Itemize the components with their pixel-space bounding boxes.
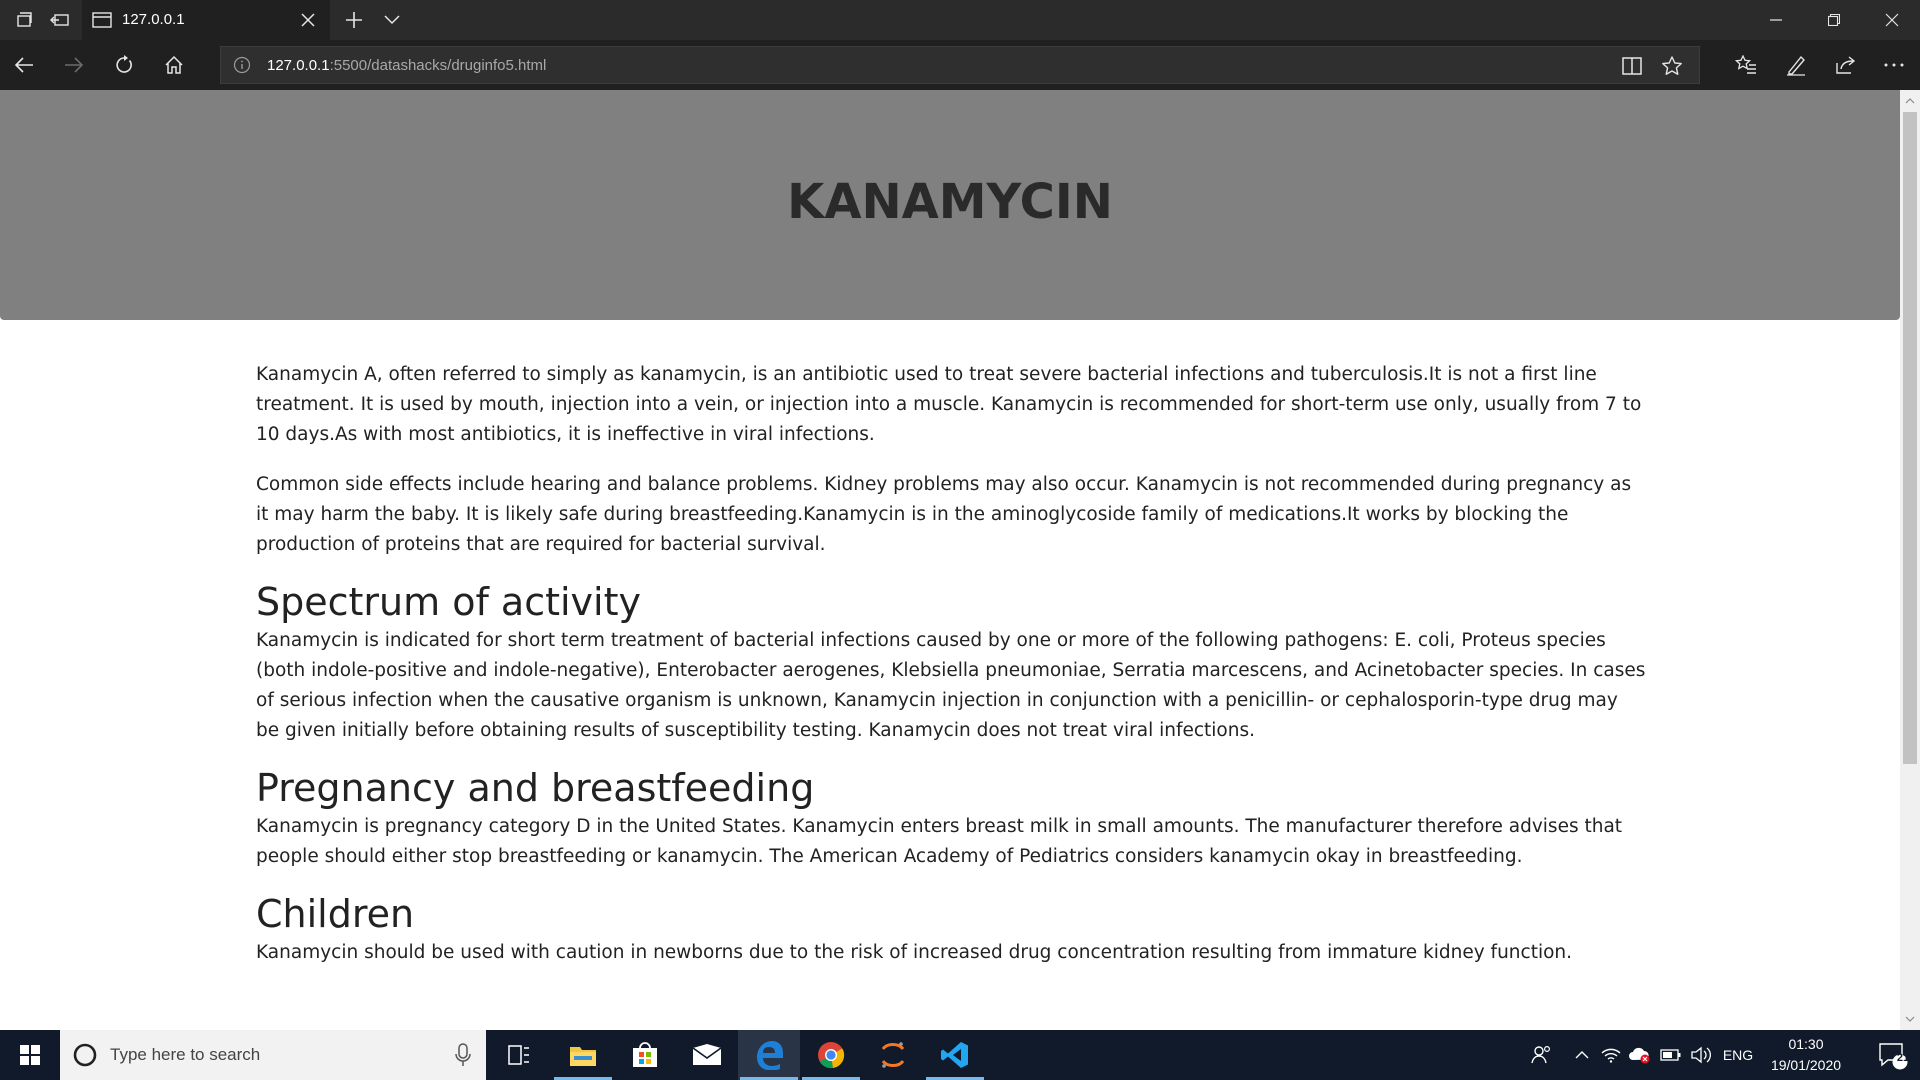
- share-icon[interactable]: [1826, 45, 1866, 85]
- clock-time: 01:30: [1788, 1036, 1824, 1052]
- clock-date: 19/01/2020: [1770, 1057, 1842, 1073]
- url-path: :5500/datashacks/druginfo5.html: [329, 57, 547, 74]
- forward-arrow-icon[interactable]: [54, 45, 94, 85]
- favorite-star-icon[interactable]: [1661, 55, 1683, 82]
- section-heading-spectrum: Spectrum of activity: [256, 580, 641, 624]
- browser-tab-bar: 127.0.0.1: [0, 0, 1920, 40]
- article-content: Kanamycin A, often referred to simply as…: [256, 360, 1646, 988]
- reading-view-icon[interactable]: [1621, 56, 1643, 81]
- edge-browser-icon[interactable]: [738, 1030, 800, 1080]
- new-tab-icon[interactable]: [336, 0, 372, 40]
- microphone-icon[interactable]: [454, 1043, 472, 1067]
- file-explorer-icon[interactable]: [552, 1030, 614, 1080]
- section-heading-children: Children: [256, 892, 415, 936]
- microsoft-store-icon[interactable]: [614, 1030, 676, 1080]
- search-placeholder: Type here to search: [110, 1045, 261, 1064]
- language-indicator[interactable]: ENG: [1718, 1030, 1758, 1080]
- cloud-sync-error-icon[interactable]: [1626, 1030, 1654, 1080]
- section-body-spectrum: Kanamycin is indicated for short term tr…: [256, 630, 1646, 741]
- home-icon[interactable]: [154, 45, 194, 85]
- scrollbar-thumb[interactable]: [1903, 112, 1917, 764]
- wifi-icon[interactable]: [1598, 1030, 1624, 1080]
- browser-nav-bar: 127.0.0.1:5500/datashacks/druginfo5.html: [0, 40, 1920, 90]
- jupyter-icon[interactable]: [862, 1030, 924, 1080]
- vertical-scrollbar[interactable]: [1900, 90, 1920, 1030]
- section-heading-pregnancy: Pregnancy and breastfeeding: [256, 766, 815, 810]
- section-body-children: Kanamycin should be used with caution in…: [256, 942, 1573, 963]
- scroll-up-arrow-icon[interactable]: [1900, 92, 1920, 110]
- taskbar-clock[interactable]: 01:30 19/01/2020: [1756, 1030, 1856, 1080]
- task-view-icon[interactable]: [488, 1030, 550, 1080]
- windows-start-icon[interactable]: [0, 1030, 60, 1080]
- set-tabs-aside-icon[interactable]: [42, 0, 78, 40]
- windows-taskbar: Type here to search ENG 01:30 19/01/2020…: [0, 1030, 1920, 1080]
- more-options-icon[interactable]: [1874, 45, 1914, 85]
- page-title: KANAMYCIN: [787, 174, 1113, 230]
- minimize-icon[interactable]: [1748, 0, 1804, 40]
- hero-banner: KANAMYCIN: [0, 90, 1900, 320]
- people-icon[interactable]: [1524, 1030, 1558, 1080]
- page-viewport: KANAMYCIN Kanamycin A, often referred to…: [0, 90, 1920, 1030]
- show-hidden-icons-chevron-icon[interactable]: [1570, 1030, 1594, 1080]
- intro-paragraph-2: Common side effects include hearing and …: [256, 474, 1632, 555]
- address-bar[interactable]: 127.0.0.1:5500/datashacks/druginfo5.html: [220, 46, 1700, 84]
- tab-title: 127.0.0.1: [122, 11, 185, 28]
- volume-icon[interactable]: [1688, 1030, 1714, 1080]
- taskbar-search-box[interactable]: Type here to search: [60, 1030, 486, 1080]
- close-window-icon[interactable]: [1864, 0, 1920, 40]
- mail-icon[interactable]: [676, 1030, 738, 1080]
- page-tab-icon: [92, 11, 112, 34]
- intro-paragraph-1: Kanamycin A, often referred to simply as…: [256, 364, 1642, 445]
- scroll-down-arrow-icon[interactable]: [1900, 1010, 1920, 1028]
- back-arrow-icon[interactable]: [4, 45, 44, 85]
- web-note-pen-icon[interactable]: [1776, 45, 1816, 85]
- tab-preview-chevron-icon[interactable]: [374, 0, 410, 40]
- favorites-hub-icon[interactable]: [1726, 45, 1766, 85]
- restore-icon[interactable]: [1806, 0, 1862, 40]
- chrome-icon[interactable]: [800, 1030, 862, 1080]
- url-host: 127.0.0.1: [267, 57, 330, 74]
- cortana-circle-icon: [72, 1042, 98, 1068]
- notification-count-badge: 21: [1896, 1052, 1910, 1064]
- action-center-icon[interactable]: 21: [1866, 1030, 1920, 1080]
- tab-active[interactable]: 127.0.0.1: [82, 0, 330, 40]
- battery-icon[interactable]: [1658, 1030, 1684, 1080]
- url-text[interactable]: 127.0.0.1:5500/datashacks/druginfo5.html: [267, 57, 546, 74]
- section-body-pregnancy: Kanamycin is pregnancy category D in the…: [256, 816, 1623, 867]
- vscode-icon[interactable]: [924, 1030, 986, 1080]
- tab-close-icon[interactable]: [296, 8, 320, 32]
- refresh-icon[interactable]: [104, 45, 144, 85]
- tab-actions-icon[interactable]: [6, 0, 42, 40]
- site-info-icon[interactable]: [233, 56, 251, 74]
